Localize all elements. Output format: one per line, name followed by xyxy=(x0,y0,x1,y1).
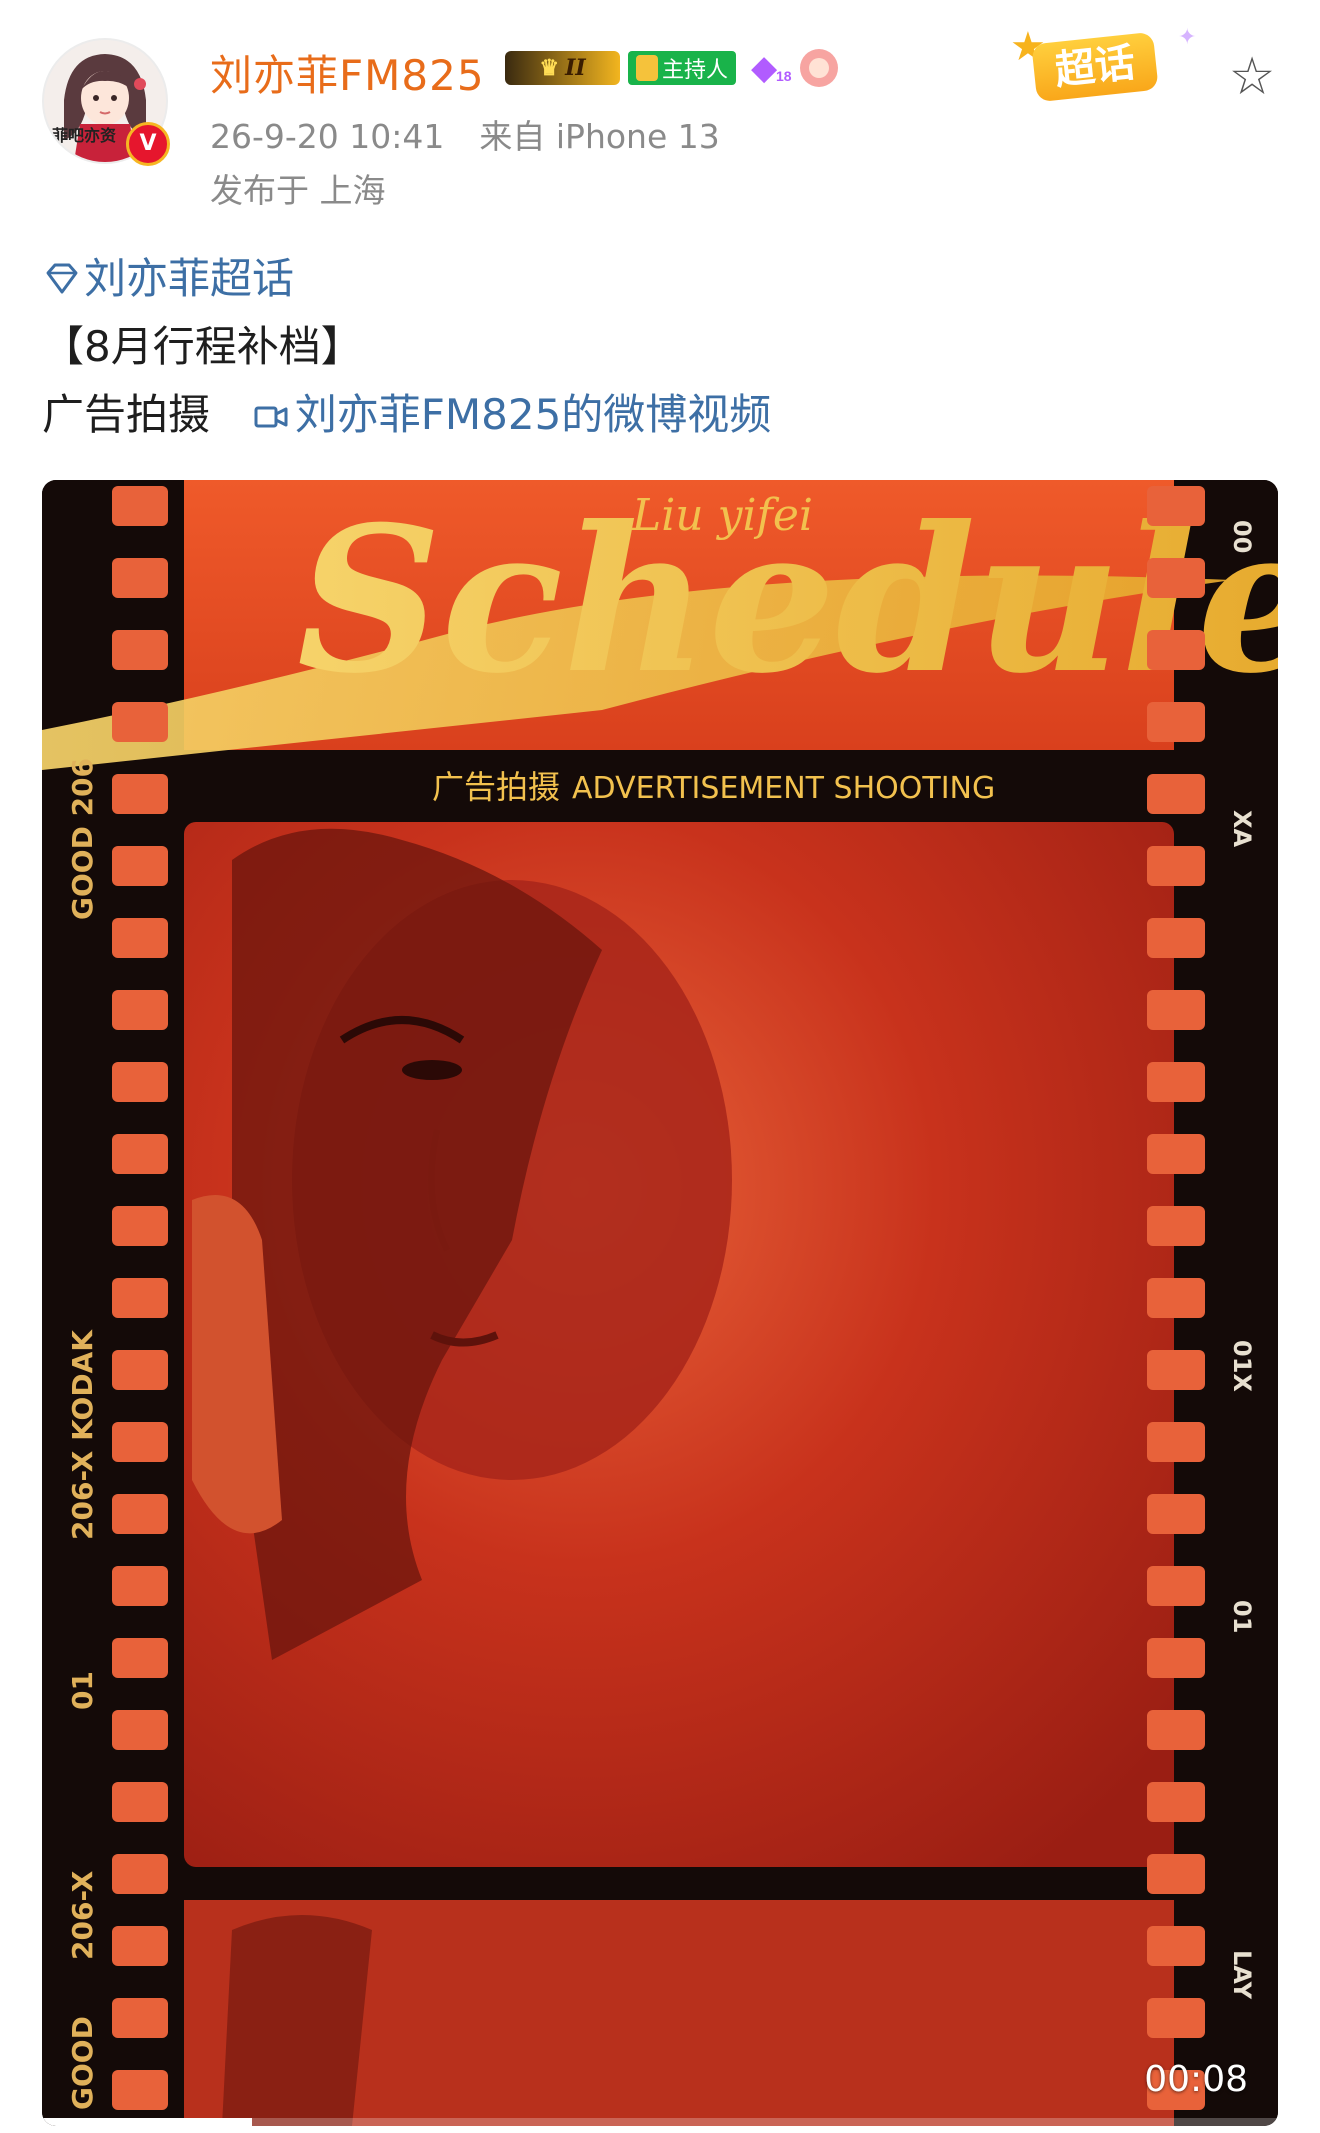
film-perforation xyxy=(112,846,168,886)
film-perforation xyxy=(112,774,168,814)
film-perforation xyxy=(112,1566,168,1606)
poster-subtitle-cn: 广告拍摄 xyxy=(432,768,560,806)
supertopic-label: 超话 xyxy=(1031,31,1159,103)
film-perforation xyxy=(112,1278,168,1318)
crown-icon: ♛ xyxy=(539,55,560,81)
film-perforation xyxy=(1147,1710,1205,1750)
film-perforation xyxy=(112,918,168,958)
supertopic-link-text: 刘亦菲超话 xyxy=(84,254,295,303)
film-right-perforations xyxy=(1147,486,1205,2110)
film-perforation xyxy=(1147,1134,1205,1174)
film-perforation xyxy=(1147,1926,1205,1966)
video-progress-bar[interactable] xyxy=(42,2118,1278,2126)
video-player[interactable]: Schedule Liu yifei 广告拍摄 ADVERTISEMENT SH… xyxy=(42,480,1278,2126)
host-badge-label: 主持人 xyxy=(662,57,729,82)
film-perforation xyxy=(1147,702,1205,742)
film-perforation xyxy=(1147,1638,1205,1678)
film-perforation xyxy=(112,1494,168,1534)
post-line-3: 广告拍摄 刘亦菲FM825的微博视频 xyxy=(42,381,1282,449)
film-perforation xyxy=(1147,1350,1205,1390)
film-perforation xyxy=(112,1206,168,1246)
favorite-star-icon[interactable]: ☆ xyxy=(1225,50,1279,104)
film-perforation xyxy=(1147,774,1205,814)
film-perforation xyxy=(112,630,168,670)
film-perforation xyxy=(112,1062,168,1102)
film-perforation xyxy=(112,1782,168,1822)
film-perforation xyxy=(1147,558,1205,598)
film-perforation xyxy=(1147,486,1205,526)
film-perforation xyxy=(1147,846,1205,886)
video-poster: Schedule Liu yifei 广告拍摄 ADVERTISEMENT SH… xyxy=(42,480,1278,2126)
film-left-text-5: GOOD xyxy=(66,2016,99,2110)
video-link[interactable]: 刘亦菲FM825的微博视频 xyxy=(253,390,772,439)
post-line-3-text: 广告拍摄 xyxy=(42,390,211,439)
film-right-text-3: 01X xyxy=(1228,1340,1256,1392)
film-perforation xyxy=(112,990,168,1030)
film-perforation xyxy=(112,1926,168,1966)
film-perforation xyxy=(1147,1062,1205,1102)
avatar[interactable]: 菲吧亦资 V xyxy=(42,38,170,166)
film-right-text-5: LAY xyxy=(1228,1950,1256,2000)
diamond-icon xyxy=(46,263,78,294)
supertopic-link[interactable]: 刘亦菲超话 xyxy=(42,254,294,303)
film-left-text-1: GOOD 206 xyxy=(66,758,99,920)
host-badge-icon xyxy=(636,55,658,81)
author-name[interactable]: 刘亦菲FM825 xyxy=(210,42,485,103)
film-perforation xyxy=(112,1422,168,1462)
post-header: 菲吧亦资 V 刘亦菲FM825 ♛ II 主持人 ◆ 18 26-9-20 10… xyxy=(0,0,1320,220)
host-badge[interactable]: 主持人 xyxy=(628,51,737,85)
film-perforation xyxy=(1147,1422,1205,1462)
post-source: 来自 iPhone 13 xyxy=(479,117,720,156)
video-link-text: 刘亦菲FM825的微博视频 xyxy=(294,390,772,439)
vip-level: II xyxy=(565,55,586,81)
vip-badge[interactable]: ♛ II xyxy=(505,51,620,85)
film-perforation xyxy=(1147,1494,1205,1534)
film-perforation xyxy=(112,486,168,526)
film-perforation xyxy=(112,1134,168,1174)
film-right-text-4: 01 xyxy=(1228,1600,1256,1633)
film-perforation xyxy=(1147,1278,1205,1318)
film-perforation xyxy=(112,702,168,742)
sparkle-icon: ✦ xyxy=(1178,24,1197,49)
film-perforation xyxy=(1147,990,1205,1030)
fan-badge-icon[interactable] xyxy=(799,49,838,87)
poster-script-name: Liu yifei xyxy=(631,490,813,541)
film-perforation xyxy=(112,1710,168,1750)
film-left-text-3: 01 xyxy=(66,1671,99,1710)
author-badges: ♛ II 主持人 ◆ 18 xyxy=(505,46,838,90)
film-perforation xyxy=(1147,918,1205,958)
verified-badge: V xyxy=(126,122,170,166)
post-location: 发布于 上海 xyxy=(210,171,386,210)
video-duration: 00:08 xyxy=(1144,2059,1248,2100)
film-perforation xyxy=(112,1998,168,2038)
film-left-text-4: 206-X xyxy=(66,1870,99,1960)
film-perforation xyxy=(1147,1782,1205,1822)
film-perforation xyxy=(1147,1566,1205,1606)
video-progress-fill xyxy=(42,2118,253,2126)
post-meta: 26-9-20 10:41 来自 iPhone 13 xyxy=(210,110,720,158)
film-right-text-1: 00 xyxy=(1228,520,1256,553)
supertopic-button[interactable]: ★ 超话 ✦ xyxy=(1010,24,1196,108)
film-perforation xyxy=(112,1638,168,1678)
level-badge-number: 18 xyxy=(776,68,792,84)
film-left-perforations xyxy=(112,486,168,2110)
film-perforation xyxy=(1147,1206,1205,1246)
film-left-text-2: 206-X KODAK xyxy=(66,1329,99,1540)
post-timestamp: 26-9-20 10:41 xyxy=(210,117,445,156)
video-camera-icon xyxy=(254,406,288,428)
film-perforation xyxy=(112,1350,168,1390)
film-perforation xyxy=(112,558,168,598)
topic-line: 刘亦菲超话 xyxy=(42,245,1282,313)
film-perforation xyxy=(1147,1998,1205,2038)
film-perforation xyxy=(112,2070,168,2110)
film-perforation xyxy=(1147,1854,1205,1894)
film-perforation xyxy=(1147,630,1205,670)
post-line-2: 【8月行程补档】 xyxy=(42,322,363,371)
post-content: 刘亦菲超话 【8月行程补档】 广告拍摄 刘亦菲FM825的微博视频 xyxy=(42,245,1282,449)
poster-subtitle-en: ADVERTISEMENT SHOOTING xyxy=(572,771,995,806)
film-right-text-2: XA xyxy=(1228,810,1256,848)
film-perforation xyxy=(112,1854,168,1894)
